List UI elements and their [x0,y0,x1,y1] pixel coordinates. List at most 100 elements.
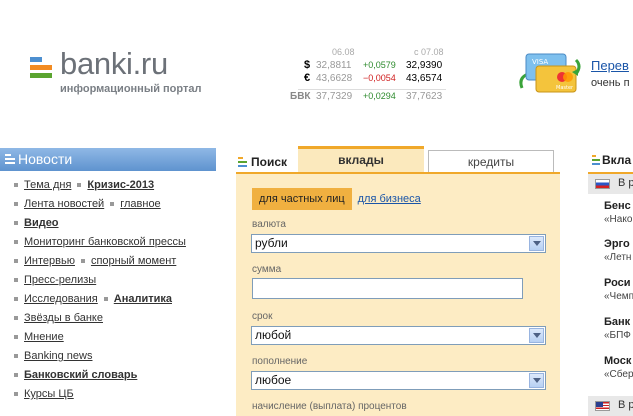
news-link[interactable]: Интервью [24,255,75,267]
search-heading: Поиск [236,151,287,173]
bullet-icon [14,316,18,321]
rate-row-usd[interactable]: $ 32,8811 +0,0579 32,9390 [298,59,446,72]
term-select[interactable]: любой [251,326,546,345]
mastercard-label: Master [556,85,574,91]
bullet-icon [14,278,18,283]
credit-cards-icon: VISA Master [519,53,581,93]
country-label: В р [618,177,633,189]
country-bar-russia[interactable]: В р [588,174,633,194]
rate-symbol: € [304,72,311,84]
segment-business-link[interactable]: для бизнеса [358,188,421,210]
news-link[interactable]: Кризис-2013 [87,179,154,191]
currency-value: рубли [255,236,288,250]
news-link[interactable]: Банковский словарь [24,369,137,381]
news-link[interactable]: спорный момент [91,255,176,267]
rate-symbol: $ [304,59,311,71]
news-link[interactable]: Видео [24,217,59,229]
news-link[interactable]: главное [120,198,160,210]
rate-next: 43,6574 [406,73,443,84]
news-link[interactable]: Тема дня [24,179,71,191]
bank-name: Бенс [604,200,631,212]
bullet-icon [14,373,18,378]
deposit-name: «Летн [604,252,632,263]
news-header[interactable]: Новости [0,148,216,171]
bank-item[interactable]: Банк «БПФ + [604,316,633,344]
news-list-item: Banking news [14,347,219,366]
promo-title-link[interactable]: Перев [591,58,629,73]
news-link[interactable]: Лента новостей [24,198,104,210]
bullet-icon [14,354,18,359]
bank-item[interactable]: Роси «Чемп [604,277,633,305]
currency-rates: 06.08 с 07.08 $ 32,8811 +0,0579 32,9390 … [290,47,446,102]
segment-individuals[interactable]: для частных лиц [252,188,352,210]
rate-row-bvk[interactable]: БВК 37,7329 +0,0294 37,7623 [290,89,446,102]
rate-next: 32,9390 [406,60,443,71]
amount-label: сумма [252,264,282,275]
currency-select[interactable]: рубли [251,234,546,253]
bullet-icon [14,202,18,207]
bank-item[interactable]: Бенс «Нако [604,200,633,228]
usa-flag-icon [595,401,610,411]
deposits-ranking-header[interactable]: Вкла [590,150,631,170]
news-list-item: Звёзды в банке [14,309,219,328]
news-list-item: Мониторинг банковской прессы [14,233,219,252]
term-label: срок [252,311,273,322]
rates-date-prev: 06.08 [332,47,355,57]
term-value: любой [255,328,292,342]
news-list-icon [5,154,15,165]
topup-label: пополнение [252,356,308,367]
chevron-down-icon[interactable] [529,328,544,343]
chevron-down-icon[interactable] [529,373,544,388]
bank-item[interactable]: Эрго «Летн [604,238,633,266]
news-link[interactable]: Курсы ЦБ [24,388,74,400]
money-transfer-promo[interactable]: VISA Master Перев очень п [518,50,633,100]
bullet-icon [14,183,18,188]
news-link[interactable]: Исследования [24,293,98,305]
bank-name: Роси [604,277,631,289]
bank-item[interactable]: Моск «Сбере [604,355,633,383]
logo-mark-icon [30,57,52,79]
chevron-down-icon[interactable] [529,236,544,251]
bullet-separator-icon [110,202,115,207]
news-link[interactable]: Banking news [24,350,93,362]
rate-change: −0,0054 [363,73,396,83]
rate-row-eur[interactable]: € 43,6628 −0,0054 43,6574 [298,72,446,85]
news-link[interactable]: Аналитика [114,293,172,305]
news-list-item: Банковский словарь [14,366,219,385]
promo-subtitle: очень п [591,77,630,89]
currency-label: валюта [252,219,286,230]
bullet-separator-icon [77,183,82,188]
news-link[interactable]: Мнение [24,331,64,343]
news-link[interactable]: Звёзды в банке [24,312,103,324]
logo-tagline: информационный портал [60,83,202,95]
search-tabs: Поиск вклады кредиты [236,146,560,173]
tab-credits[interactable]: кредиты [428,150,554,173]
news-list-item: Видео [14,214,219,233]
amount-input[interactable] [252,278,523,299]
tab-deposits[interactable]: вклады [298,146,424,173]
bank-name: Эрго [604,238,630,250]
ranking-section-icon [592,155,600,165]
russia-flag-icon [595,179,610,189]
bullet-icon [14,221,18,226]
search-section-icon [238,157,247,167]
bullet-separator-icon [103,297,108,302]
site-logo[interactable]: banki.ru информационный портал [30,46,220,100]
rate-prev: 43,6628 [316,73,353,84]
deposit-name: «Нако [604,214,633,225]
rate-next: 37,7623 [406,91,443,102]
search-heading-label: Поиск [251,155,288,169]
deposit-name: «БПФ + [604,330,633,341]
news-list-item: Курсы ЦБ [14,385,219,404]
news-link[interactable]: Мониторинг банковской прессы [24,236,186,248]
deposit-name: «Сбере [604,369,633,380]
rates-date-next: с 07.08 [414,47,444,57]
news-list-item: Мнение [14,328,219,347]
country-bar-usa[interactable]: В р [588,396,633,416]
news-link[interactable]: Пресс-релизы [24,274,96,286]
rate-symbol: БВК [290,91,311,102]
bullet-icon [14,335,18,340]
news-list-item: Тема дня Кризис-2013 [14,176,219,195]
topup-select[interactable]: любое [251,371,546,390]
logo-name: banki.ru [60,46,168,81]
